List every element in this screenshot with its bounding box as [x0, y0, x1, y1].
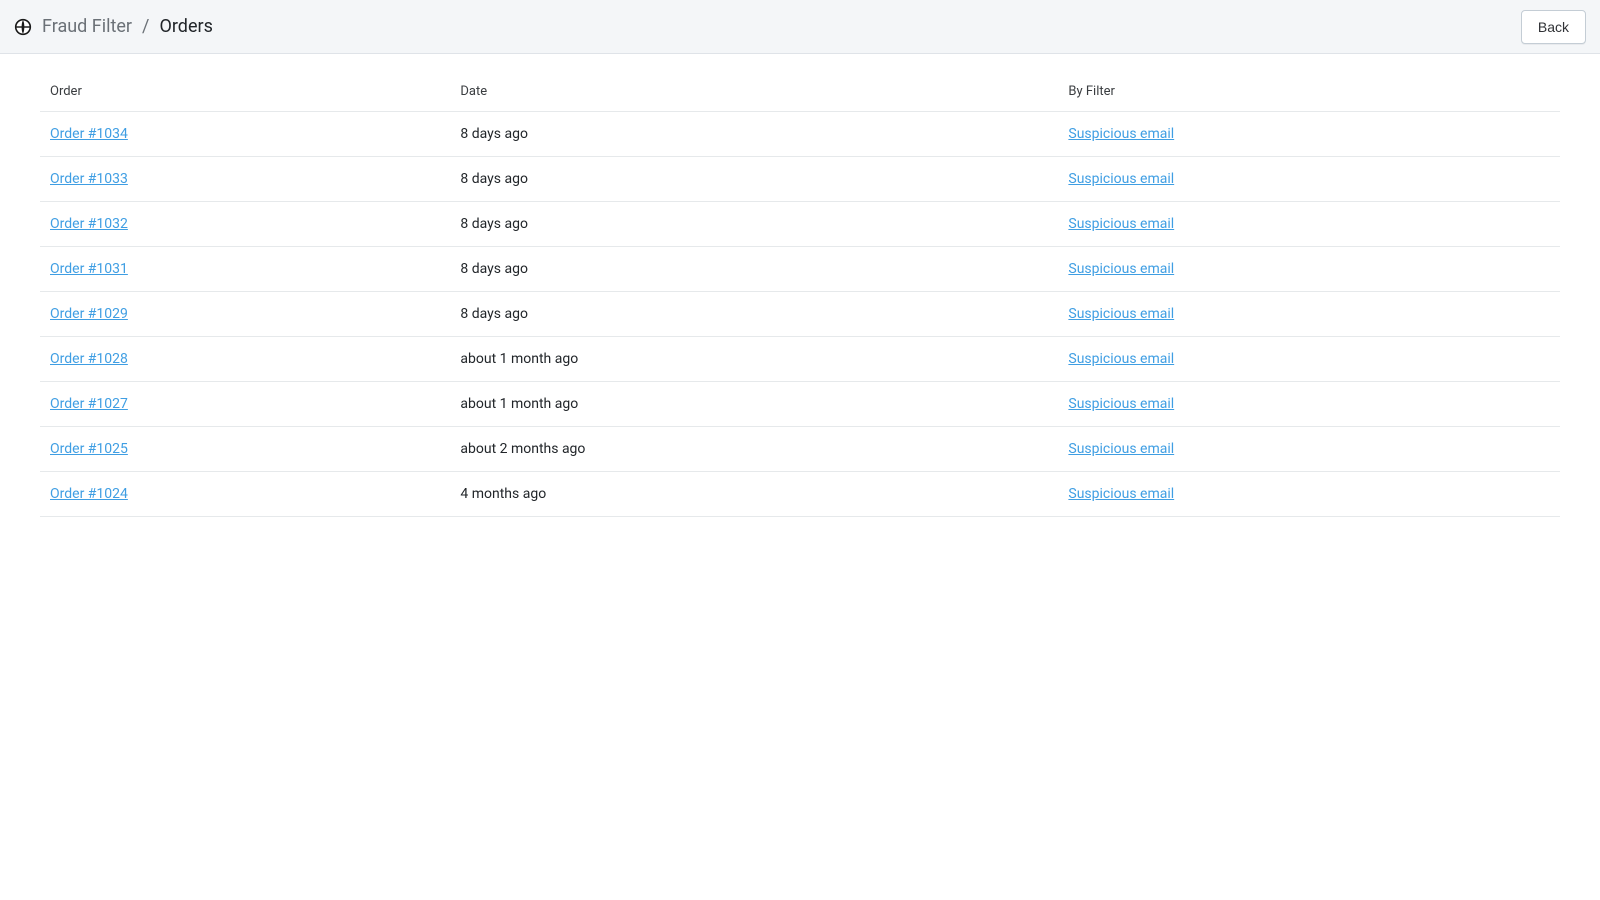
- filter-link[interactable]: Suspicious email: [1068, 261, 1174, 277]
- filter-link[interactable]: Suspicious email: [1068, 171, 1174, 187]
- cell-date: about 1 month ago: [450, 337, 1058, 382]
- order-link[interactable]: Order #1029: [50, 306, 128, 322]
- cell-filter: Suspicious email: [1058, 337, 1560, 382]
- cell-date: about 1 month ago: [450, 382, 1058, 427]
- cell-date: 4 months ago: [450, 472, 1058, 517]
- cell-filter: Suspicious email: [1058, 292, 1560, 337]
- cell-order: Order #1034: [40, 112, 450, 157]
- cell-date: 8 days ago: [450, 157, 1058, 202]
- page-body: Order Date By Filter Order #1034 8 days a…: [0, 54, 1600, 535]
- filter-link[interactable]: Suspicious email: [1068, 396, 1174, 412]
- cell-filter: Suspicious email: [1058, 382, 1560, 427]
- col-header-order: Order: [40, 72, 450, 112]
- table-header-row: Order Date By Filter: [40, 72, 1560, 112]
- orders-table: Order Date By Filter Order #1034 8 days a…: [40, 72, 1560, 517]
- cell-filter: Suspicious email: [1058, 427, 1560, 472]
- table-row: Order #1031 8 days ago Suspicious email: [40, 247, 1560, 292]
- cell-filter: Suspicious email: [1058, 157, 1560, 202]
- cell-order: Order #1032: [40, 202, 450, 247]
- order-link[interactable]: Order #1032: [50, 216, 128, 232]
- table-row: Order #1034 8 days ago Suspicious email: [40, 112, 1560, 157]
- cell-filter: Suspicious email: [1058, 472, 1560, 517]
- table-row: Order #1029 8 days ago Suspicious email: [40, 292, 1560, 337]
- cell-date: 8 days ago: [450, 247, 1058, 292]
- cell-date: 8 days ago: [450, 202, 1058, 247]
- cell-order: Order #1024: [40, 472, 450, 517]
- cell-order: Order #1031: [40, 247, 450, 292]
- filter-link[interactable]: Suspicious email: [1068, 306, 1174, 322]
- filter-link[interactable]: Suspicious email: [1068, 126, 1174, 142]
- order-link[interactable]: Order #1027: [50, 396, 128, 412]
- page-title: Orders: [159, 16, 212, 37]
- globe-icon: [14, 18, 32, 36]
- cell-date: 8 days ago: [450, 292, 1058, 337]
- cell-filter: Suspicious email: [1058, 112, 1560, 157]
- breadcrumb: Fraud Filter / Orders: [14, 16, 213, 37]
- cell-order: Order #1027: [40, 382, 450, 427]
- filter-link[interactable]: Suspicious email: [1068, 216, 1174, 232]
- cell-order: Order #1029: [40, 292, 450, 337]
- breadcrumb-app-link[interactable]: Fraud Filter: [42, 16, 132, 37]
- back-button[interactable]: Back: [1521, 10, 1586, 44]
- cell-filter: Suspicious email: [1058, 247, 1560, 292]
- top-bar: Fraud Filter / Orders Back: [0, 0, 1600, 54]
- cell-filter: Suspicious email: [1058, 202, 1560, 247]
- table-row: Order #1032 8 days ago Suspicious email: [40, 202, 1560, 247]
- app-icon: [14, 18, 32, 36]
- col-header-filter: By Filter: [1058, 72, 1560, 112]
- table-row: Order #1033 8 days ago Suspicious email: [40, 157, 1560, 202]
- table-row: Order #1025 about 2 months ago Suspicious …: [40, 427, 1560, 472]
- order-link[interactable]: Order #1024: [50, 486, 128, 502]
- filter-link[interactable]: Suspicious email: [1068, 486, 1174, 502]
- filter-link[interactable]: Suspicious email: [1068, 441, 1174, 457]
- order-link[interactable]: Order #1031: [50, 261, 128, 277]
- order-link[interactable]: Order #1034: [50, 126, 128, 142]
- table-row: Order #1027 about 1 month ago Suspicious e…: [40, 382, 1560, 427]
- order-link[interactable]: Order #1033: [50, 171, 128, 187]
- cell-order: Order #1025: [40, 427, 450, 472]
- col-header-date: Date: [450, 72, 1058, 112]
- table-row: Order #1028 about 1 month ago Suspicious e…: [40, 337, 1560, 382]
- cell-order: Order #1033: [40, 157, 450, 202]
- order-link[interactable]: Order #1028: [50, 351, 128, 367]
- order-link[interactable]: Order #1025: [50, 441, 128, 457]
- cell-order: Order #1028: [40, 337, 450, 382]
- filter-link[interactable]: Suspicious email: [1068, 351, 1174, 367]
- table-row: Order #1024 4 months ago Suspicious email: [40, 472, 1560, 517]
- cell-date: about 2 months ago: [450, 427, 1058, 472]
- breadcrumb-separator: /: [142, 16, 149, 37]
- cell-date: 8 days ago: [450, 112, 1058, 157]
